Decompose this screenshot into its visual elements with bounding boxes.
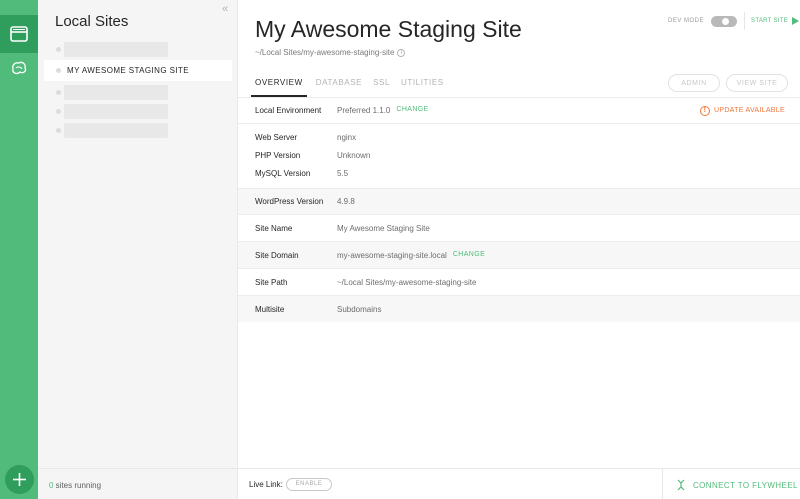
start-site-button[interactable]: START SITE (751, 17, 800, 25)
update-available-link[interactable]: ! UPDATE AVAILABLE (700, 98, 785, 123)
live-link-label: Live Link: (249, 480, 283, 489)
site-name-value: My Awesome Staging Site (337, 223, 430, 233)
site-status-dot (56, 47, 61, 52)
toggle-knob (722, 17, 730, 25)
site-detail-panel: My Awesome Staging Site ~/Local Sites/my… (238, 0, 800, 499)
web-server-label: Web Server (255, 133, 298, 142)
site-list-item[interactable] (44, 121, 232, 140)
change-environment-link[interactable]: CHANGE (396, 106, 428, 115)
site-domain-value: my-awesome-staging-site.local (337, 250, 447, 260)
tab-bar: OVERVIEW DATABASE SSL UTILITIES (251, 72, 455, 97)
site-path-label: Site Path (255, 277, 288, 287)
info-icon[interactable]: i (397, 48, 406, 57)
sites-panel: Local Sites « MY AWESOME STAGING SITE 0 … (38, 0, 238, 499)
wordpress-version-value: 4.9.8 (337, 197, 355, 206)
add-site-button[interactable] (5, 465, 34, 494)
flywheel-icon (12, 61, 27, 75)
mysql-version-label: MySQL Version (255, 169, 311, 178)
sites-running-status: 0 sites running (38, 468, 238, 499)
sites-running-label: sites running (53, 481, 102, 490)
site-details: Local Environment Preferred 1.1.0 CHANGE… (238, 97, 800, 322)
tab-utilities[interactable]: UTILITIES (401, 72, 444, 97)
header-divider (744, 12, 746, 30)
web-server-value: nginx (337, 133, 357, 142)
connect-to-flywheel-button[interactable]: CONNECT TO FLYWHEEL (677, 479, 798, 491)
wordpress-version-row: WordPress Version 4.9.8 (238, 188, 800, 214)
site-name-placeholder (64, 85, 168, 100)
php-version-value: Unknown (337, 151, 371, 160)
add-icon (13, 473, 26, 486)
site-list-item[interactable] (44, 102, 232, 121)
site-list-item-selected[interactable]: MY AWESOME STAGING SITE (44, 60, 232, 81)
local-environment-value: Preferred 1.1.0 (337, 106, 391, 115)
sites-icon (10, 26, 28, 42)
dev-mode-label: DEV MODE (668, 18, 705, 24)
local-environment-value-group: Preferred 1.1.0 CHANGE (337, 106, 429, 115)
collapse-icon[interactable]: « (222, 3, 228, 15)
site-domain-value-group: my-awesome-staging-site.local CHANGE (337, 251, 485, 260)
sites-nav-button[interactable] (0, 15, 38, 53)
environment-details: Web Server nginx PHP Version Unknown MyS… (238, 123, 800, 188)
enable-live-link-button[interactable]: ENABLE (286, 478, 332, 491)
change-domain-link[interactable]: CHANGE (453, 251, 485, 260)
site-domain-label: Site Domain (255, 250, 299, 260)
site-status-dot (56, 128, 61, 133)
start-site-label: START SITE (751, 18, 789, 24)
site-name-placeholder (64, 123, 168, 138)
site-status-dot (56, 109, 61, 114)
tab-database[interactable]: DATABASE (316, 72, 362, 97)
dev-mode-control: DEV MODE START SITE (668, 12, 800, 30)
footer-divider (662, 469, 663, 499)
main-footer: Live Link: ENABLE CONNECT TO FLYWHEEL (238, 468, 800, 499)
site-status-dot (56, 90, 61, 95)
admin-button[interactable]: ADMIN (668, 74, 720, 92)
tab-ssl[interactable]: SSL (373, 72, 390, 97)
site-path-value: ~/Local Sites/my-awesome-staging-site (337, 277, 477, 287)
dev-mode-toggle[interactable] (711, 15, 738, 27)
local-environment-row: Local Environment Preferred 1.1.0 CHANGE… (238, 97, 800, 123)
site-list-item-label: MY AWESOME STAGING SITE (67, 66, 189, 75)
connect-to-flywheel-label: CONNECT TO FLYWHEEL (693, 480, 798, 490)
site-path-subtitle: ~/Local Sites/my-awesome-staging-site i (255, 48, 406, 57)
update-available-label: UPDATE AVAILABLE (714, 107, 785, 114)
site-path-row: Site Path ~/Local Sites/my-awesome-stagi… (238, 268, 800, 295)
site-name-row: Site Name My Awesome Staging Site (238, 214, 800, 241)
view-site-button[interactable]: VIEW SITE (726, 74, 788, 92)
local-environment-label: Local Environment (255, 106, 322, 115)
php-version-label: PHP Version (255, 151, 301, 160)
site-domain-row: Site Domain my-awesome-staging-site.loca… (238, 241, 800, 268)
site-name-placeholder (64, 42, 168, 57)
page-title: My Awesome Staging Site (255, 16, 522, 42)
multisite-row: Multisite Subdomains (238, 295, 800, 322)
site-name-placeholder (64, 104, 168, 119)
site-list-item[interactable] (44, 40, 232, 59)
site-path-text: ~/Local Sites/my-awesome-staging-site (255, 48, 395, 57)
multisite-label: Multisite (255, 304, 285, 314)
site-name-label: Site Name (255, 223, 293, 233)
site-list-item[interactable] (44, 83, 232, 102)
app-rail (0, 0, 38, 499)
flywheel-nav-button[interactable] (0, 49, 38, 87)
sites-panel-title: Local Sites (55, 13, 129, 30)
tab-overview[interactable]: OVERVIEW (251, 72, 307, 97)
play-icon (792, 17, 800, 25)
mysql-version-value: 5.5 (337, 169, 349, 178)
flywheel-connect-icon (677, 479, 685, 491)
warning-icon: ! (700, 105, 710, 116)
multisite-value: Subdomains (337, 304, 382, 314)
site-status-dot (56, 68, 61, 73)
wordpress-version-label: WordPress Version (255, 197, 324, 206)
